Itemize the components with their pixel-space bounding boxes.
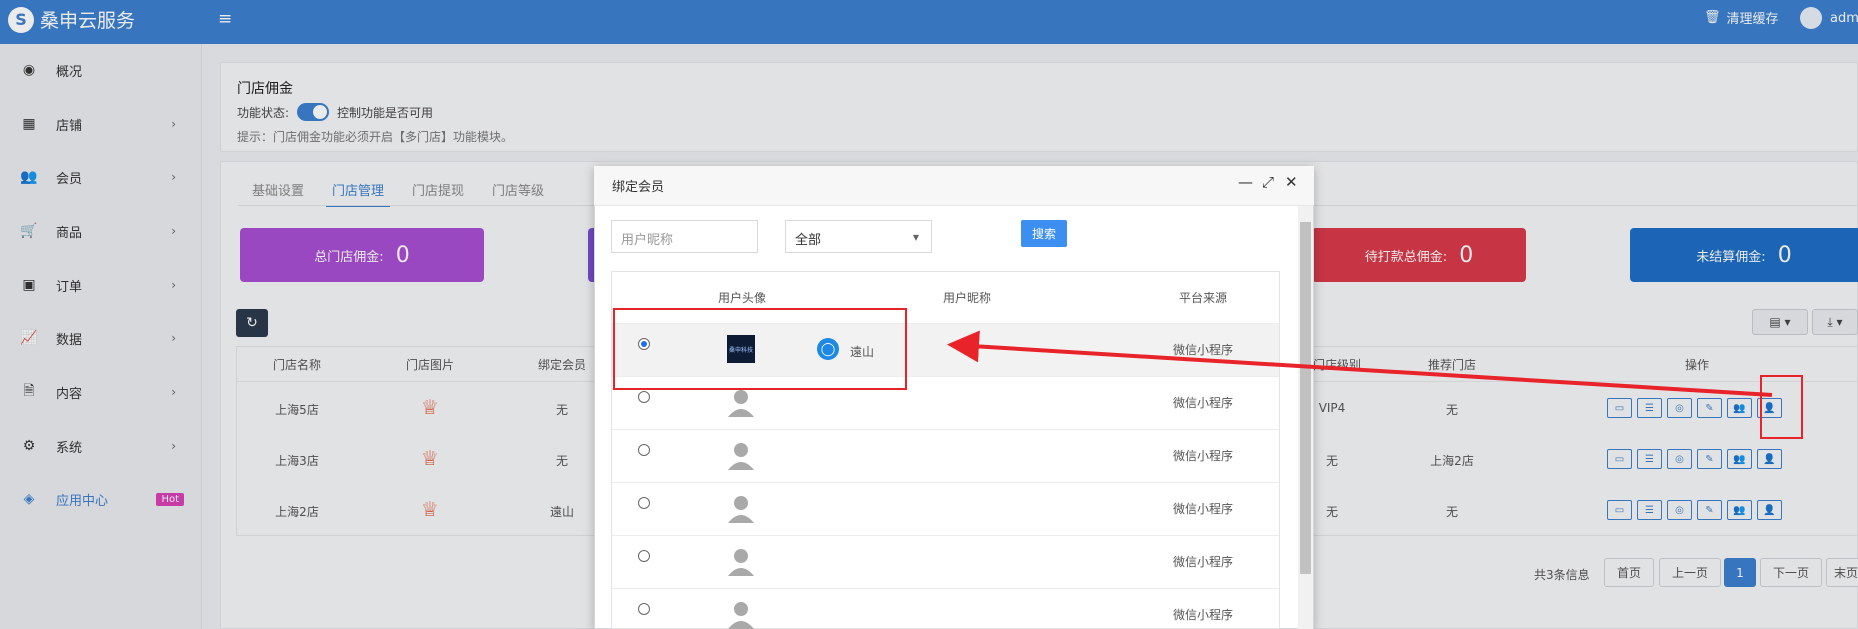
annotation-arrow — [947, 330, 1773, 397]
